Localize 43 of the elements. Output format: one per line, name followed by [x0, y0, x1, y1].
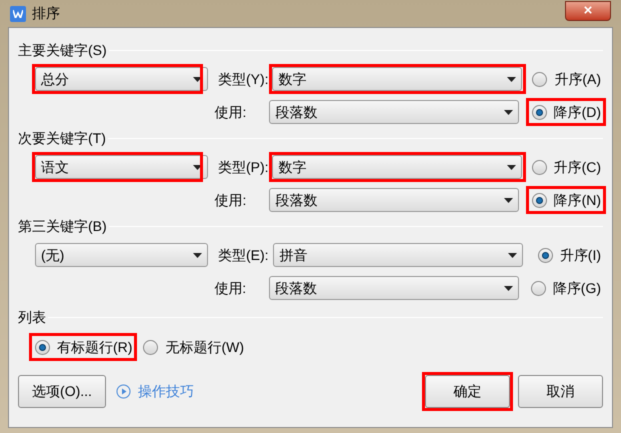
use-dropdown[interactable]: 段落数	[269, 100, 520, 124]
group-label: 列表	[18, 308, 46, 326]
use-dropdown[interactable]: 段落数	[269, 188, 520, 212]
caret-icon	[504, 110, 514, 114]
options-button[interactable]: 选项(O)...	[18, 375, 106, 408]
group-label: 第三关键字(B)	[18, 216, 107, 236]
use-dropdown[interactable]: 段落数	[269, 276, 520, 300]
radio-option[interactable]: 降序(N)	[528, 189, 603, 211]
key-dropdown[interactable]: 语文	[35, 155, 208, 179]
tips-link[interactable]: 操作技巧	[138, 381, 194, 402]
caret-icon	[508, 252, 518, 258]
dialog-button[interactable]: 取消	[518, 375, 603, 408]
key-dropdown[interactable]: (无)	[35, 243, 208, 267]
caret-icon	[193, 252, 202, 258]
radio-option[interactable]: 有标题行(R)	[32, 336, 134, 358]
caret-icon	[504, 198, 514, 202]
dialog-button[interactable]: 确定	[425, 375, 510, 408]
caret-icon	[507, 76, 516, 82]
key-dropdown[interactable]: 总分	[35, 67, 208, 91]
use-label: 使用:	[214, 102, 246, 122]
radio-option[interactable]: 降序(G)	[528, 277, 603, 299]
type-label: 类型(P):	[218, 158, 269, 177]
radio-option[interactable]: 无标题行(W)	[140, 336, 246, 358]
type-dropdown[interactable]: 数字	[272, 67, 522, 91]
group-label: 次要关键字(T)	[18, 128, 106, 148]
radio-option[interactable]: 升序(A)	[529, 68, 603, 90]
radio-option[interactable]: 升序(C)	[528, 156, 603, 178]
radio-option[interactable]: 升序(I)	[534, 244, 603, 266]
type-dropdown[interactable]: 拼音	[273, 243, 524, 267]
window-title: 排序	[32, 4, 61, 23]
caret-icon	[507, 164, 516, 170]
use-label: 使用:	[214, 190, 246, 210]
caret-icon	[193, 76, 202, 82]
caret-icon	[193, 164, 202, 170]
group-label: 主要关键字(S)	[18, 40, 107, 60]
play-icon	[116, 384, 131, 399]
type-label: 类型(Y):	[218, 70, 269, 89]
type-dropdown[interactable]: 数字	[272, 155, 522, 179]
radio-option[interactable]: 降序(D)	[528, 101, 603, 123]
caret-icon	[504, 286, 514, 290]
type-label: 类型(E):	[218, 246, 269, 265]
app-logo-icon	[10, 6, 26, 22]
use-label: 使用:	[214, 278, 246, 298]
